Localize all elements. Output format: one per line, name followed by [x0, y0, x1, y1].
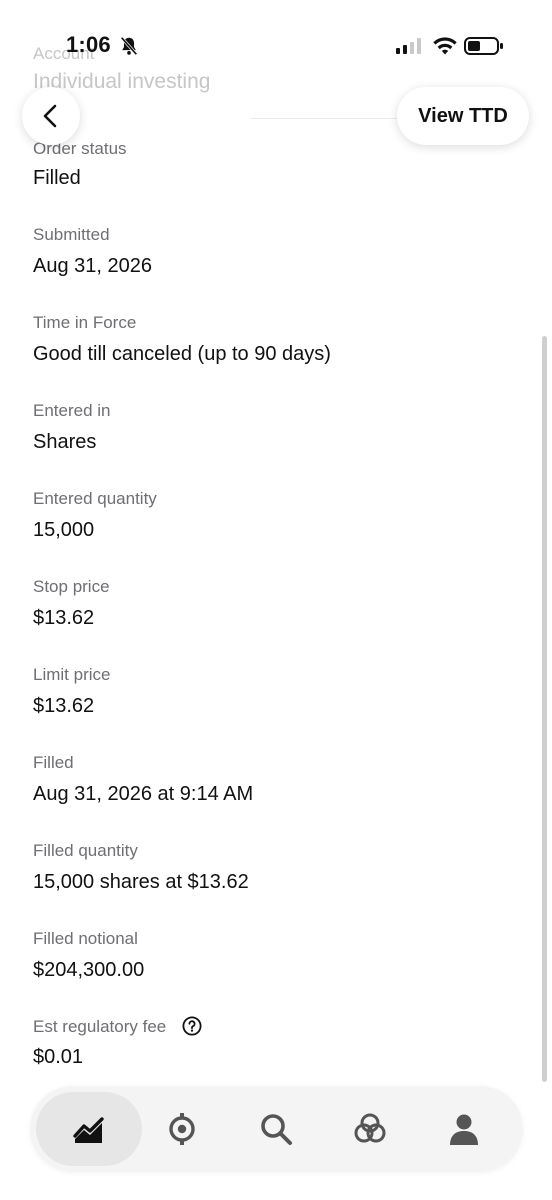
filled-value: Aug 31, 2026 at 9:14 AM [33, 783, 254, 805]
search-icon [261, 1114, 292, 1145]
entered-quantity-value: 15,000 [33, 519, 95, 541]
time-in-force-label: Time in Force [33, 313, 137, 332]
order-status-value: Filled [33, 167, 81, 189]
limit-price-label: Limit price [33, 665, 111, 684]
filled-quantity-value: 15,000 shares at $13.62 [33, 871, 249, 893]
question-circle-icon[interactable] [182, 1016, 202, 1036]
filled-notional-label: Filled notional [33, 929, 138, 948]
nav-item-account[interactable] [411, 1092, 517, 1166]
nav-item-investing[interactable] [36, 1092, 142, 1166]
filled-notional-value: $204,300.00 [33, 959, 145, 981]
nav-item-crypto[interactable] [129, 1092, 235, 1166]
filled-quantity-label: Filled quantity [33, 841, 138, 860]
filled-label: Filled [33, 753, 74, 772]
person-icon [450, 1114, 478, 1145]
divider [250, 118, 420, 119]
limit-price-value: $13.62 [33, 695, 95, 717]
entered-in-label: Entered in [33, 401, 111, 420]
back-button[interactable] [22, 87, 80, 145]
status-bar: 1:06 [0, 0, 552, 70]
battery-icon [464, 37, 503, 55]
stop-price-label: Stop price [33, 577, 110, 596]
nav-item-search[interactable] [223, 1092, 329, 1166]
rings-icon [354, 1113, 386, 1143]
submitted-value: Aug 31, 2026 [33, 255, 152, 277]
wifi-icon [433, 37, 457, 55]
scrollbar[interactable] [542, 336, 547, 1082]
chart-icon [73, 1117, 104, 1143]
entered-quantity-label: Entered quantity [33, 489, 157, 508]
regulatory-fee-value: $0.01 [33, 1046, 84, 1068]
regulatory-fee-label: Est regulatory fee [33, 1017, 167, 1036]
submitted-label: Submitted [33, 225, 110, 244]
crypto-icon [169, 1113, 195, 1145]
bottom-nav [30, 1086, 523, 1172]
view-stock-button[interactable]: View TTD [397, 87, 529, 145]
status-time: 1:06 [66, 32, 111, 57]
cellular-signal-icon [396, 38, 421, 54]
nav-item-rings[interactable] [317, 1092, 423, 1166]
stop-price-value: $13.62 [33, 607, 95, 629]
time-in-force-value: Good till canceled (up to 90 days) [33, 343, 331, 365]
bell-slash-icon [120, 36, 138, 56]
chevron-left-icon [43, 104, 57, 128]
entered-in-value: Shares [33, 431, 97, 453]
